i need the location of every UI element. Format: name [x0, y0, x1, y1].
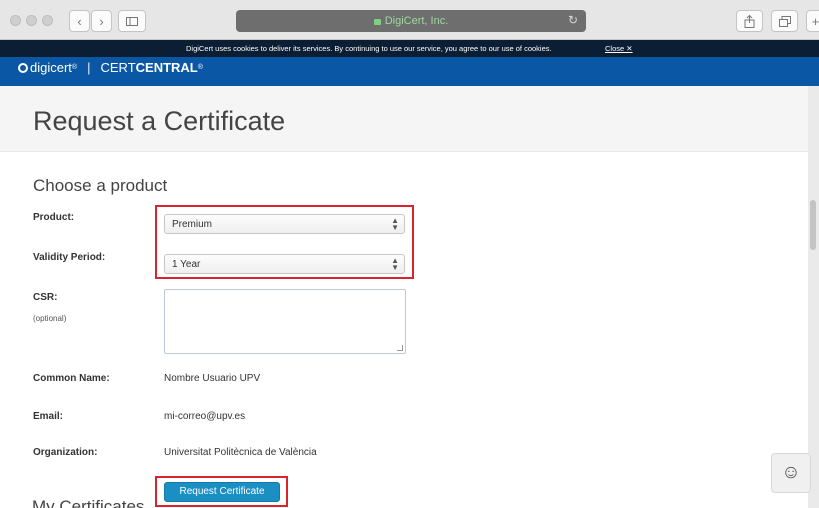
back-button[interactable]: ‹ [69, 10, 90, 32]
new-tab-button[interactable]: + [806, 10, 819, 32]
site-header: DigiCert uses cookies to deliver its ser… [0, 40, 819, 86]
request-certificate-button[interactable]: Request Certificate [164, 482, 280, 502]
zoom-window-button[interactable] [42, 15, 53, 26]
select-arrows-icon: ▲ ▼ [391, 216, 399, 232]
browser-toolbar: ‹ › DigiCert, Inc. ↻ + [0, 0, 819, 40]
product-label: Product: [33, 212, 75, 223]
csr-label: CSR: [33, 292, 58, 303]
address-bar[interactable]: DigiCert, Inc. ↻ [236, 10, 586, 32]
csr-textarea[interactable] [164, 289, 406, 354]
address-text: DigiCert, Inc. [384, 15, 449, 27]
email-value: mi-correo@upv.es [164, 411, 246, 422]
resize-handle-icon[interactable] [397, 345, 403, 351]
organization-value: Universitat Politècnica de València [164, 447, 317, 458]
cookie-close-link[interactable]: Close ✕ [605, 44, 633, 53]
product-registered-mark: ® [197, 64, 203, 71]
page-scrollbar[interactable] [808, 86, 819, 508]
select-arrows-icon: ▲ ▼ [391, 256, 399, 272]
validity-select[interactable]: 1 Year ▲ ▼ [164, 254, 405, 274]
product-select[interactable]: Premium ▲ ▼ [164, 214, 405, 234]
logo-text: digicert [30, 60, 72, 75]
forward-button[interactable]: › [91, 10, 112, 32]
smiley-icon: ☺ [781, 462, 801, 483]
digicert-logo-icon [18, 62, 28, 73]
validity-selected-value: 1 Year [172, 259, 201, 270]
sidebar-icon [126, 16, 138, 26]
organization-label: Organization: [33, 447, 98, 458]
scrollbar-thumb[interactable] [810, 200, 816, 250]
section-title: Choose a product [33, 176, 168, 195]
chevron-right-icon: › [99, 13, 104, 29]
brand-separator: | [87, 60, 91, 75]
email-label: Email: [33, 411, 64, 422]
lock-icon [373, 19, 381, 25]
page-header: Request a Certificate [0, 86, 819, 152]
tabs-button[interactable] [771, 10, 798, 32]
tabs-icon [778, 15, 791, 27]
sidebar-button[interactable] [118, 10, 146, 32]
validity-label: Validity Period: [33, 252, 106, 263]
product-selected-value: Premium [172, 219, 213, 230]
feedback-button[interactable]: ☺ [771, 453, 811, 493]
page-title: Request a Certificate [33, 106, 286, 136]
chevron-left-icon: ‹ [77, 13, 82, 29]
share-icon [744, 14, 755, 28]
brand-logo[interactable]: digicert ® | CERT CENTRAL ® [18, 60, 203, 75]
share-button[interactable] [736, 10, 763, 32]
product-name-prefix: CERT [100, 60, 136, 75]
logo-registered-mark: ® [71, 64, 78, 71]
minimize-window-button[interactable] [26, 15, 37, 26]
reload-icon[interactable]: ↻ [568, 13, 578, 27]
product-name-bold: CENTRAL [135, 60, 198, 75]
plus-icon: + [811, 13, 819, 29]
cookie-text: DigiCert uses cookies to deliver its ser… [186, 44, 552, 53]
my-certificates-heading: My Certificates [32, 497, 145, 508]
common-name-label: Common Name: [33, 373, 110, 384]
close-window-button[interactable] [10, 15, 21, 26]
common-name-value: Nombre Usuario UPV [164, 373, 261, 384]
cookie-banner: DigiCert uses cookies to deliver its ser… [0, 40, 819, 57]
csr-optional-hint: (optional) [33, 314, 67, 323]
